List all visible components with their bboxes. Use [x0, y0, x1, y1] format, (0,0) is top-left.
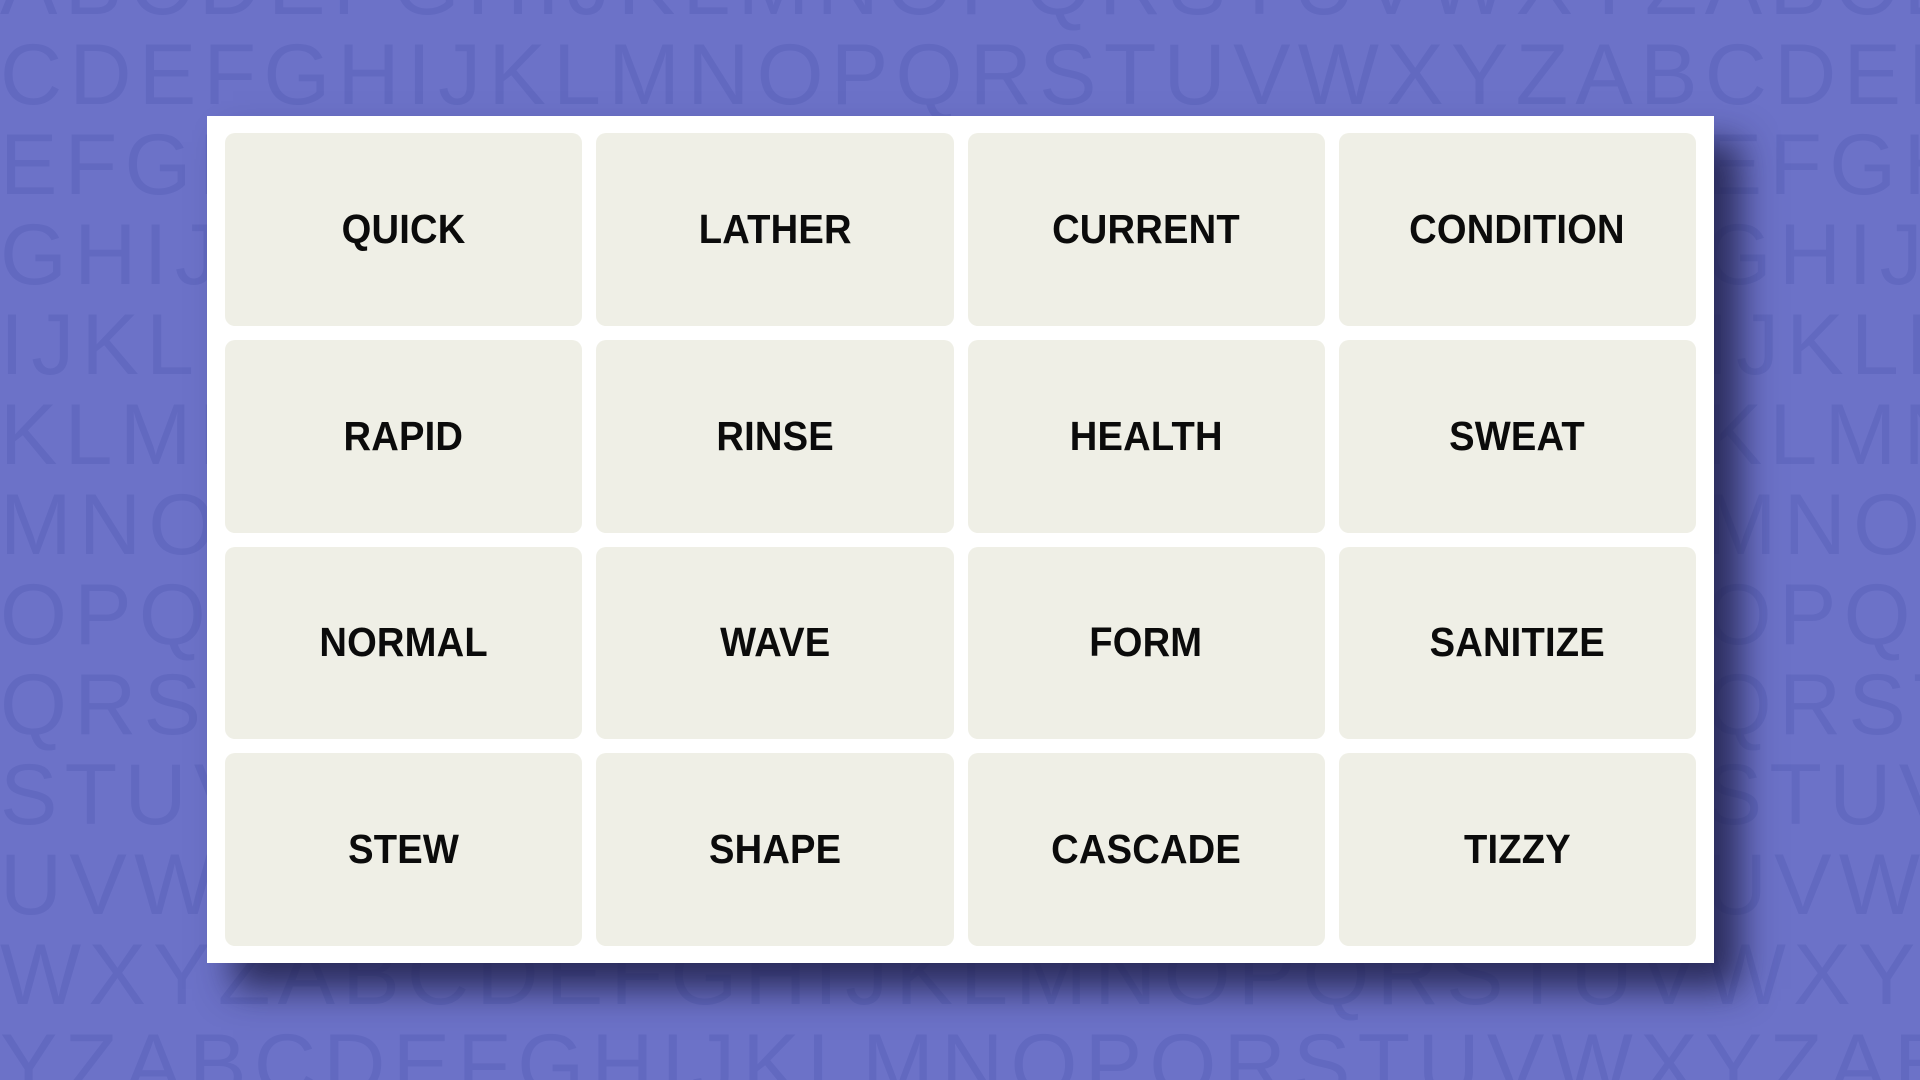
- word-tile-label: SWEAT: [1449, 412, 1586, 459]
- word-tile[interactable]: QUICK: [225, 133, 583, 326]
- word-tile-label: NORMAL: [319, 619, 488, 666]
- word-tile-label: RINSE: [716, 412, 834, 459]
- word-tile[interactable]: CONDITION: [1338, 133, 1696, 326]
- word-tile-label: FORM: [1089, 619, 1203, 666]
- puzzle-board: QUICK LATHER CURRENT CONDITION RAPID RINSE HEA…: [207, 116, 1714, 963]
- background-letter-row: ABCDEFGHIJKLMNOPQRSTUVWXYZABCDEF: [0, 0, 1920, 28]
- word-tile[interactable]: SWEAT: [1338, 339, 1696, 533]
- word-tile[interactable]: RAPID: [225, 339, 583, 533]
- word-tile[interactable]: WAVE: [596, 546, 954, 740]
- word-tile-label: RAPID: [343, 412, 464, 459]
- word-tile[interactable]: TIZZY: [1338, 753, 1696, 946]
- word-tile[interactable]: SANITIZE: [1338, 546, 1696, 740]
- word-tile-label: SHAPE: [708, 826, 842, 873]
- word-tile-label: TIZZY: [1463, 826, 1571, 873]
- word-tile-label: STEW: [348, 826, 460, 873]
- word-tile-label: WAVE: [719, 619, 830, 666]
- word-tile[interactable]: CASCADE: [967, 753, 1325, 946]
- word-tile[interactable]: STEW: [225, 753, 583, 946]
- word-tile[interactable]: HEALTH: [967, 339, 1325, 533]
- word-tile-label: CONDITION: [1409, 205, 1626, 252]
- word-tile-label: CURRENT: [1052, 205, 1240, 252]
- word-tile[interactable]: NORMAL: [225, 546, 583, 740]
- word-tile-grid: QUICK LATHER CURRENT CONDITION RAPID RINSE HEA…: [225, 133, 1696, 946]
- background-letter-row: YZABCDEFGHIJKLMNOPQRSTUVWXYZABCD: [0, 1017, 1920, 1080]
- word-tile-label: QUICK: [341, 205, 466, 252]
- word-tile-label: SANITIZE: [1429, 619, 1605, 666]
- word-tile[interactable]: RINSE: [596, 339, 954, 533]
- word-tile[interactable]: FORM: [967, 546, 1325, 740]
- word-tile[interactable]: CURRENT: [967, 133, 1325, 326]
- word-tile[interactable]: LATHER: [596, 133, 954, 326]
- word-tile-label: LATHER: [698, 205, 852, 252]
- word-tile[interactable]: SHAPE: [596, 753, 954, 946]
- word-tile-label: CASCADE: [1051, 826, 1242, 873]
- word-tile-label: HEALTH: [1069, 412, 1223, 459]
- background-letter-row: CDEFGHIJKLMNOPQRSTUVWXYZABCDEFGH: [0, 27, 1920, 123]
